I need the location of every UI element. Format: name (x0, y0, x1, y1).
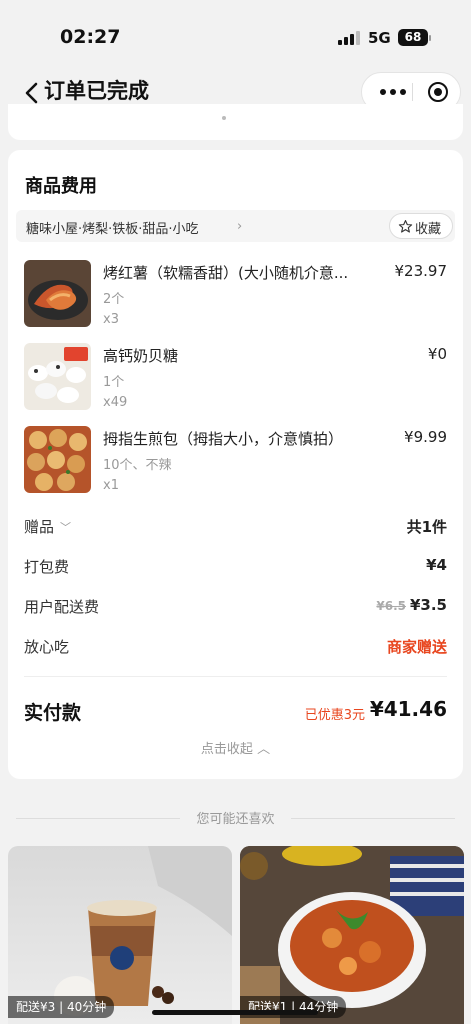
favorite-label: 收藏 (415, 222, 442, 237)
insurance-value: 商家赠送 (386, 638, 447, 656)
chevron-up-icon: ︿ (257, 742, 271, 757)
item-quantity: x3 (103, 312, 119, 327)
item-thumbnail-sweet-potato (24, 260, 91, 327)
recommend-card[interactable]: 配送¥1 | 44分钟 (240, 846, 464, 1024)
favorite-button[interactable]: 收藏 (389, 213, 453, 239)
collapse-label: 点击收起 (200, 742, 253, 757)
packing-fee-row: 打包费 ¥4 (8, 556, 463, 580)
item-quantity: x49 (103, 395, 128, 410)
divider (24, 676, 447, 677)
back-icon[interactable] (22, 80, 42, 106)
divider-line (291, 818, 455, 819)
gift-row[interactable]: 赠品 ﹀ 共1件 (8, 516, 463, 540)
close-target-icon[interactable] (428, 82, 448, 102)
chevron-down-icon: ﹀ (60, 521, 71, 534)
previous-section-card (8, 104, 463, 140)
dot-mark (222, 116, 226, 120)
battery-icon: 68 (398, 29, 431, 46)
shop-name: 糖味小屋·烤梨·铁板·甜品·小吃 (26, 222, 199, 237)
chevron-right-icon: › (237, 219, 243, 234)
card-title: 商品费用 (25, 176, 97, 197)
item-thumbnail-fried-buns (24, 426, 91, 493)
star-icon (398, 220, 413, 233)
home-indicator (152, 1010, 318, 1015)
network-label: 5G (368, 29, 391, 47)
item-spec: 1个 (103, 375, 125, 390)
item-name: 高钙奶贝糖 (103, 347, 179, 365)
discount-badge: 已优惠3元 (304, 708, 365, 723)
order-item[interactable]: 高钙奶贝糖 1个 x49 ¥0 (8, 343, 463, 423)
item-spec: 10个、不辣 (103, 458, 172, 473)
collapse-button[interactable]: 点击收起 ︿ (8, 738, 463, 757)
page-title: 订单已完成 (44, 79, 149, 103)
shop-link[interactable]: 糖味小屋·烤梨·铁板·甜品·小吃 › 收藏 (16, 210, 455, 242)
status-bar: 02:27 5G 68 (0, 0, 471, 70)
total-amount: ¥41.46 (369, 697, 447, 721)
delivery-fee-amount: ¥3.5 (409, 596, 447, 614)
item-name: 拇指生煎包（拇指大小，介意慎拍） (103, 430, 344, 448)
item-name: 烤红薯（软糯香甜）(大小随机介意... (103, 264, 349, 282)
recommend-card[interactable]: 配送¥3 | 40分钟 (8, 846, 232, 1024)
goods-fee-card: 商品费用 糖味小屋·烤梨·铁板·甜品·小吃 › 收藏 烤红薯（软糯香甜）(大小随… (8, 150, 463, 779)
gift-value: 共1件 (406, 518, 447, 536)
status-time: 02:27 (60, 26, 121, 48)
total-label: 实付款 (24, 702, 82, 724)
delivery-fee-value: ¥6.5 ¥3.5 (376, 596, 447, 614)
delivery-fee-label: 用户配送费 (24, 598, 100, 616)
item-quantity: x1 (103, 478, 119, 493)
signal-icon (338, 31, 362, 45)
item-price: ¥23.97 (394, 262, 448, 280)
packing-fee-value: ¥4 (426, 556, 447, 574)
delivery-fee-original: ¥6.5 (376, 599, 406, 613)
capsule-divider (412, 83, 413, 101)
insurance-label: 放心吃 (24, 638, 70, 656)
order-item[interactable]: 拇指生煎包（拇指大小，介意慎拍） 10个、不辣 x1 ¥9.99 (8, 426, 463, 506)
delivery-fee-row: 用户配送费 ¥6.5 ¥3.5 (8, 596, 463, 620)
item-thumbnail-milk-candy (24, 343, 91, 410)
packing-fee-label: 打包费 (24, 558, 70, 576)
order-item[interactable]: 烤红薯（软糯香甜）(大小随机介意... 2个 x3 ¥23.97 (8, 260, 463, 340)
insurance-row: 放心吃 商家赠送 (8, 636, 463, 660)
delivery-info-tag: 配送¥3 | 40分钟 (8, 996, 115, 1018)
item-price: ¥0 (427, 345, 447, 363)
gift-label: 赠品 (24, 518, 55, 536)
item-price: ¥9.99 (404, 428, 447, 446)
item-spec: 2个 (103, 292, 125, 307)
